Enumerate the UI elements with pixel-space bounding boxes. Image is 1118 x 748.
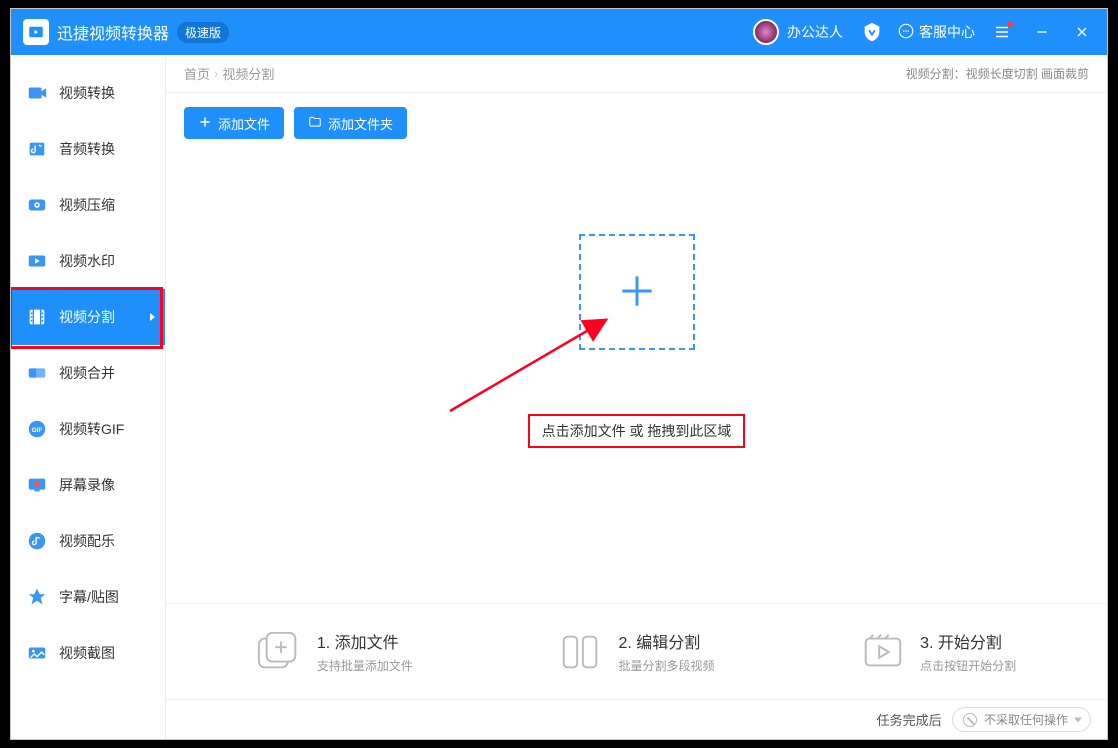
sidebar-item-video-screenshot[interactable]: 视频截图	[11, 625, 165, 681]
sidebar-item-video-split[interactable]: 视频分割	[11, 289, 165, 345]
username[interactable]: 办公达人	[787, 22, 843, 42]
edition-badge: 极速版	[177, 22, 229, 43]
step-sub: 点击按钮开始分割	[920, 657, 1016, 674]
vip-shield-icon[interactable]	[861, 21, 883, 43]
drop-box[interactable]	[579, 234, 695, 350]
video-merge-icon	[25, 361, 49, 385]
folder-icon	[308, 115, 322, 132]
notification-dot-icon	[1007, 21, 1013, 27]
screen-record-icon	[25, 473, 49, 497]
main-panel: 首页 › 视频分割 视频分割：视频长度切割 画面裁剪 添加文件 添加文	[166, 55, 1107, 739]
sidebar-item-label: 屏幕录像	[59, 475, 115, 495]
app-logo-icon	[23, 19, 49, 45]
breadcrumb-row: 首页 › 视频分割 视频分割：视频长度切割 画面裁剪	[166, 55, 1107, 93]
breadcrumb-separator-icon: ›	[214, 66, 218, 81]
step-sub: 支持批量添加文件	[317, 657, 413, 674]
support-label: 客服中心	[919, 22, 975, 42]
app-window: 迅捷视频转换器 极速版 办公达人 客服中心 视	[10, 8, 1108, 740]
audio-convert-icon	[25, 137, 49, 161]
add-folder-button[interactable]: 添加文件夹	[294, 107, 407, 139]
sidebar-item-label: 视频转换	[59, 83, 115, 103]
app-title: 迅捷视频转换器	[57, 20, 169, 44]
step-add-file-icon	[257, 632, 303, 672]
sidebar-item-video-music[interactable]: 视频配乐	[11, 513, 165, 569]
sidebar-item-video-merge[interactable]: 视频合并	[11, 345, 165, 401]
step-title: 2. 编辑分割	[618, 629, 714, 653]
step-add-file: 1. 添加文件 支持批量添加文件	[257, 629, 413, 674]
chat-icon	[897, 22, 915, 43]
step-title: 1. 添加文件	[317, 629, 413, 653]
video-convert-icon	[25, 81, 49, 105]
body: 视频转换 音频转换 视频压缩 视频水印 视频分割 视频合并	[11, 55, 1107, 739]
sidebar-item-label: 视频截图	[59, 643, 115, 663]
plus-icon	[198, 115, 212, 132]
video-music-icon	[25, 529, 49, 553]
step-title: 3. 开始分割	[920, 629, 1016, 653]
sidebar-item-video-watermark[interactable]: 视频水印	[11, 233, 165, 289]
titlebar: 迅捷视频转换器 极速版 办公达人 客服中心	[11, 9, 1107, 55]
step-sub: 批量分割多段视频	[618, 657, 714, 674]
sidebar: 视频转换 音频转换 视频压缩 视频水印 视频分割 视频合并	[11, 55, 166, 739]
close-button[interactable]	[1069, 19, 1095, 45]
sidebar-item-video-convert[interactable]: 视频转换	[11, 65, 165, 121]
drop-area[interactable]: 点击添加文件 或 拖拽到此区域	[166, 139, 1107, 603]
toolbar: 添加文件 添加文件夹	[166, 93, 1107, 139]
task-done-label: 任务完成后	[877, 710, 942, 729]
sidebar-item-audio-convert[interactable]: 音频转换	[11, 121, 165, 177]
video-compress-icon	[25, 193, 49, 217]
post-task-action-select[interactable]: 不采取任何操作	[952, 707, 1091, 732]
breadcrumb-current: 视频分割	[222, 64, 274, 83]
drop-hint-label: 点击添加文件 或 拖拽到此区域	[528, 414, 746, 448]
user-avatar[interactable]	[753, 19, 779, 45]
menu-button[interactable]	[989, 19, 1015, 45]
add-file-button[interactable]: 添加文件	[184, 107, 284, 139]
sidebar-item-label: 视频水印	[59, 251, 115, 271]
sidebar-item-video-compress[interactable]: 视频压缩	[11, 177, 165, 233]
add-folder-label: 添加文件夹	[328, 114, 393, 133]
video-watermark-icon	[25, 249, 49, 273]
sidebar-item-label: 视频配乐	[59, 531, 115, 551]
step-edit-split: 2. 编辑分割 批量分割多段视频	[558, 629, 714, 674]
support-link[interactable]: 客服中心	[897, 22, 975, 43]
subtitle-sticker-icon	[25, 585, 49, 609]
sidebar-item-label: 视频分割	[59, 307, 115, 327]
video-to-gif-icon: GIF	[25, 417, 49, 441]
sidebar-item-screen-record[interactable]: 屏幕录像	[11, 457, 165, 513]
sidebar-item-label: 视频压缩	[59, 195, 115, 215]
no-action-icon	[963, 713, 977, 727]
step-start-split-icon	[860, 632, 906, 672]
step-start-split: 3. 开始分割 点击按钮开始分割	[860, 629, 1016, 674]
breadcrumb-root[interactable]: 首页	[184, 64, 210, 83]
add-file-label: 添加文件	[218, 114, 270, 133]
sidebar-item-label: 音频转换	[59, 139, 115, 159]
steps-row: 1. 添加文件 支持批量添加文件 2. 编辑分割 批量分割多段视频	[166, 603, 1107, 699]
sidebar-item-label: 字幕/贴图	[59, 587, 119, 607]
plus-large-icon	[615, 269, 659, 316]
video-split-icon	[25, 305, 49, 329]
post-task-action-value: 不采取任何操作	[984, 713, 1068, 727]
footer: 任务完成后 不采取任何操作	[166, 699, 1107, 739]
minimize-button[interactable]	[1029, 19, 1055, 45]
svg-text:GIF: GIF	[32, 427, 43, 434]
sidebar-item-video-to-gif[interactable]: GIF 视频转GIF	[11, 401, 165, 457]
sidebar-item-label: 视频合并	[59, 363, 115, 383]
video-screenshot-icon	[25, 641, 49, 665]
step-edit-split-icon	[558, 632, 604, 672]
page-description: 视频分割：视频长度切割 画面裁剪	[906, 65, 1089, 82]
sidebar-item-subtitle-sticker[interactable]: 字幕/贴图	[11, 569, 165, 625]
sidebar-item-label: 视频转GIF	[59, 419, 124, 439]
